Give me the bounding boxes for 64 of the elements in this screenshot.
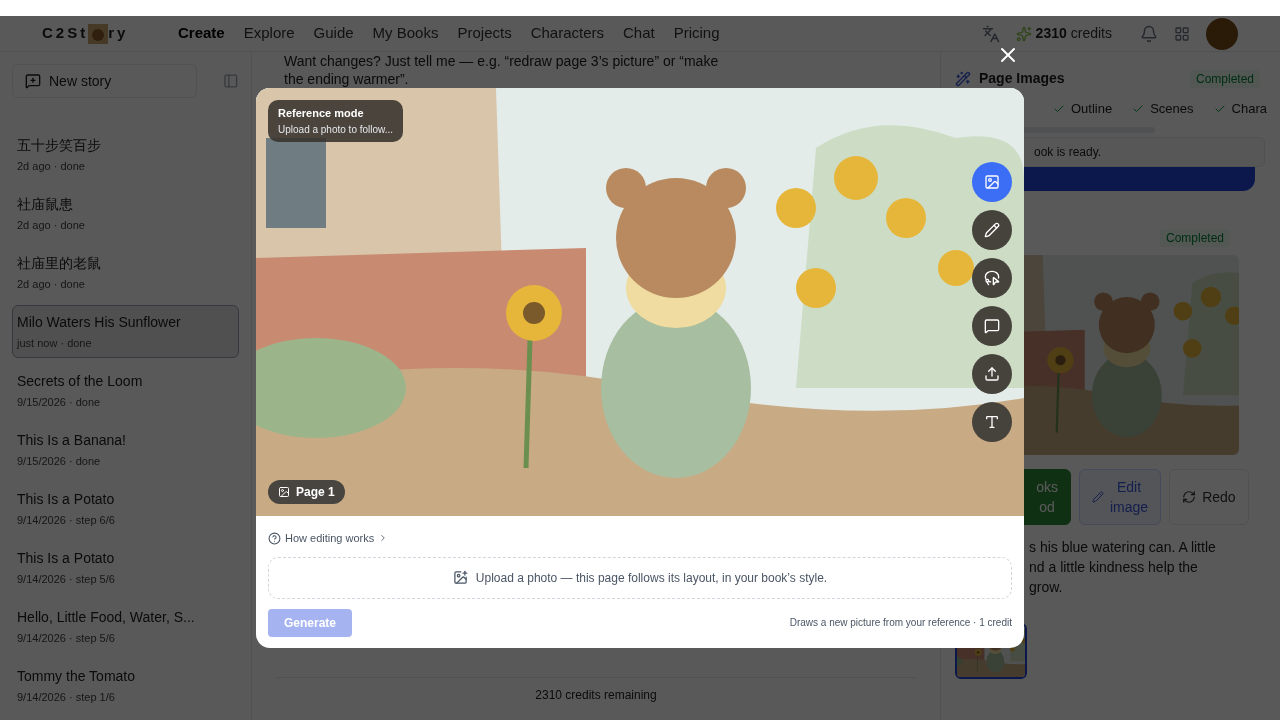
nav-link[interactable]: Characters xyxy=(530,22,604,45)
redo-button[interactable]: Redo xyxy=(1169,468,1249,525)
story-item[interactable]: This Is a Banana! 9/15/2026 · done xyxy=(12,423,239,476)
credits-label: credits xyxy=(1070,24,1112,43)
story-item[interactable]: Secrets of the Loom 9/15/2026 · done xyxy=(12,364,239,417)
story-title: This Is a Potato xyxy=(17,490,116,509)
story-meta: 9/14/2026 · step 5/6 xyxy=(17,572,116,587)
avatar[interactable] xyxy=(1206,17,1238,50)
story-meta: 9/15/2026 · done xyxy=(17,454,102,469)
story-item[interactable]: This Is a Potato 9/14/2026 · step 6/6 xyxy=(12,482,239,535)
help-link[interactable]: How editing works xyxy=(268,530,389,547)
story-item[interactable]: Tommy the Tomato 9/14/2026 · step 1/6 xyxy=(12,659,239,712)
nav-link[interactable]: Projects xyxy=(457,22,512,45)
story-title: This Is a Banana! xyxy=(17,431,127,450)
step-label: Outline xyxy=(1071,100,1113,118)
step-label: Scenes xyxy=(1150,100,1194,118)
refresh-icon xyxy=(1182,489,1197,504)
new-story-button[interactable]: New story xyxy=(12,64,198,98)
pencil-icon xyxy=(1092,490,1104,503)
nav-link[interactable]: Chat xyxy=(623,22,655,45)
nav-link[interactable]: My Books xyxy=(372,22,439,45)
footnote: Draws a new picture from your reference · 1 credit xyxy=(789,616,1012,630)
story-item[interactable]: 社庙里的老鼠 2d ago · done xyxy=(12,246,239,299)
story-meta: 9/14/2026 · step 5/6 xyxy=(17,631,116,646)
upload-dropzone[interactable]: Upload a photo — this page follows its layout, in your book’s style. xyxy=(268,556,1012,599)
wand-icon xyxy=(955,70,971,87)
story-item[interactable]: 五十步笑百步 2d ago · done xyxy=(12,128,239,181)
story-item[interactable]: This Is a Potato 9/14/2026 · step 5/6 xyxy=(12,541,239,594)
story-title: Secrets of the Loom xyxy=(17,372,144,391)
help-icon xyxy=(268,531,281,545)
logo-text: C2St xyxy=(42,23,89,44)
status-badge: Completed xyxy=(1159,228,1230,247)
panel-title: Page Images xyxy=(979,69,1065,88)
nav-link[interactable]: Pricing xyxy=(673,22,720,45)
status-badge: Completed xyxy=(1189,69,1260,88)
step-label: Chara xyxy=(1231,100,1267,118)
nav-link[interactable]: Explore xyxy=(243,22,295,45)
logo-text: ry xyxy=(108,23,129,44)
story-meta: 2d ago · done xyxy=(17,277,86,292)
story-meta: 9/14/2026 · step 6/6 xyxy=(17,513,116,528)
story-title: Hello, Little Food, Water, S... xyxy=(17,608,196,627)
chat-message: Want changes? Just tell me — e.g. “redraw page 3’s picture” or “make the ending warmer”. xyxy=(283,52,720,88)
sparkle-icon xyxy=(1015,25,1032,42)
nav-link[interactable]: Guide xyxy=(313,22,354,45)
image-plus-icon xyxy=(452,570,468,585)
story-meta: 9/15/2026 · done xyxy=(17,395,102,410)
story-title: 社庙鼠患 xyxy=(17,195,74,214)
edit-image-button[interactable]: Edit image xyxy=(1079,468,1162,525)
story-meta: 9/14/2026 · step 1/6 xyxy=(17,690,116,705)
sidebar-toggle-icon[interactable] xyxy=(223,73,239,89)
story-title: 五十步笑百步 xyxy=(17,136,102,155)
new-chat-icon xyxy=(25,73,41,89)
story-meta: 2d ago · done xyxy=(17,218,86,233)
story-item[interactable]: Hello, Little Food, Water, S... 9/14/2026 · step 5/6 xyxy=(12,600,239,653)
story-title: Milo Waters His Sunflower xyxy=(17,313,182,332)
credits-value: 2310 xyxy=(1035,24,1067,43)
story-item[interactable]: 社庙鼠患 2d ago · done xyxy=(12,187,239,240)
story-title: Tommy the Tomato xyxy=(17,667,136,686)
story-title: This Is a Potato xyxy=(17,549,116,568)
story-meta: 2d ago · done xyxy=(17,159,86,174)
story-title: 社庙里的老鼠 xyxy=(17,254,102,273)
credits-remaining: 2310 credits remaining xyxy=(535,687,657,704)
nav-link[interactable]: Create xyxy=(178,22,225,45)
caption: s his blue watering can. A little nd a little kindness help the grow. xyxy=(1029,537,1217,597)
